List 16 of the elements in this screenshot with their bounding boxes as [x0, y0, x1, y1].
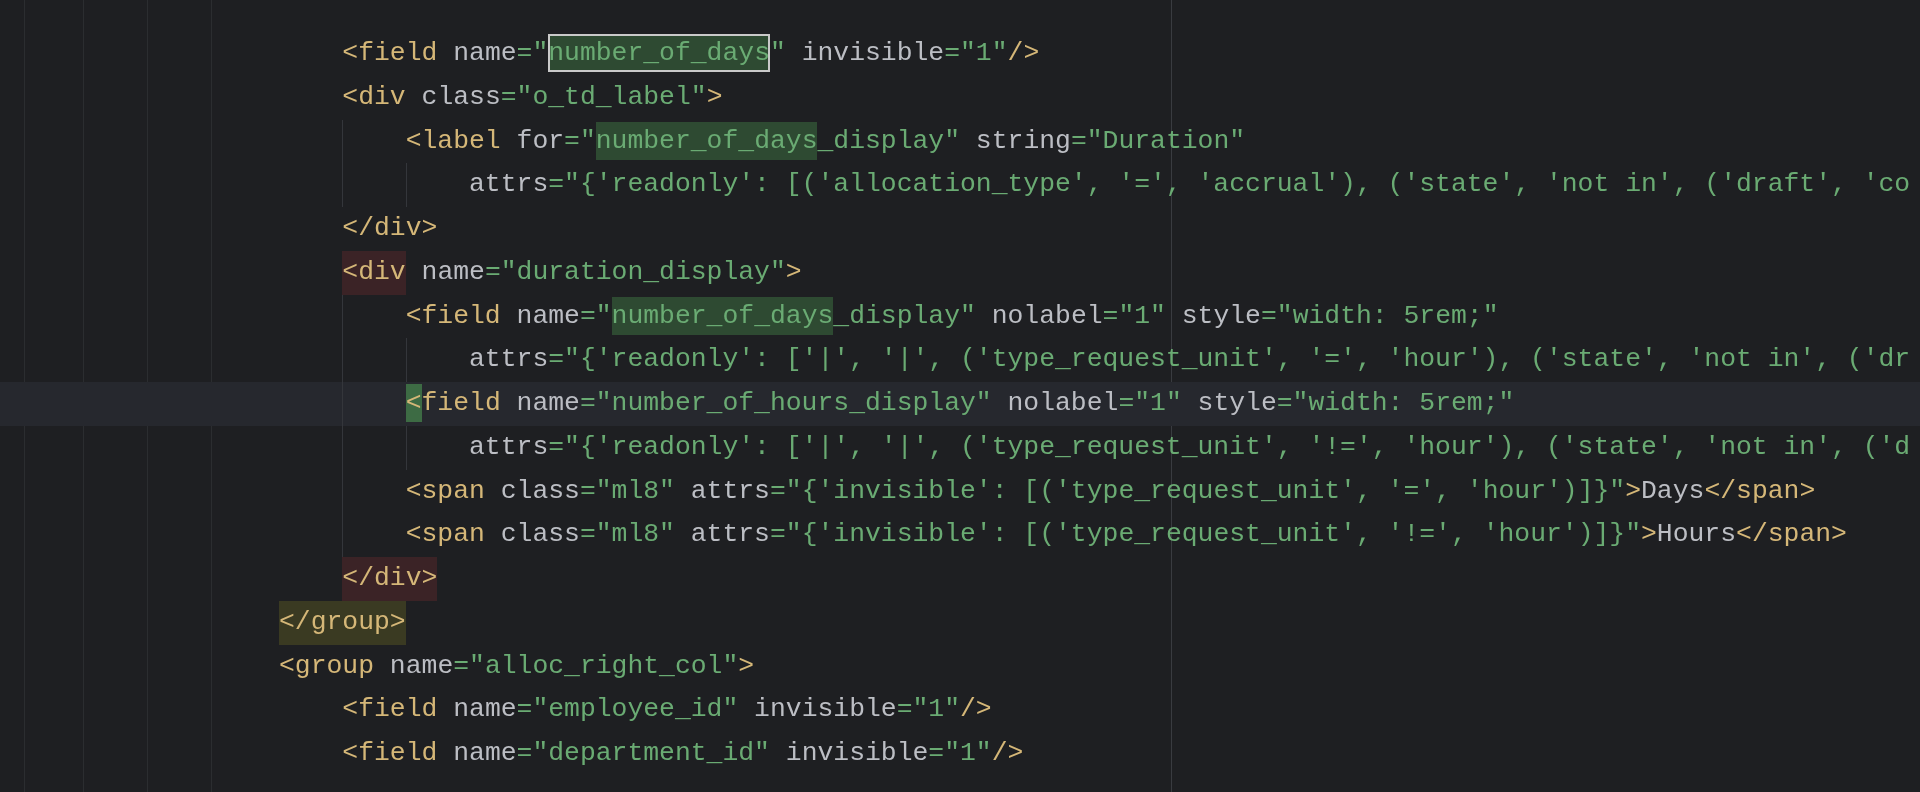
- code-line: <label for="number_of_days_display" string="Duration": [0, 119, 1920, 164]
- code-line: attrs="{'readonly': ['|', '|', ('type_request_unit', '=', 'hour'), ('state', 'not in', ('dr: [0, 338, 1920, 383]
- code-line: <group name="alloc_right_col">: [278, 649, 756, 683]
- code-line: <field name="employee_id" invisible="1"/>: [341, 693, 993, 727]
- code-line: <div class="o_td_label">: [341, 80, 724, 114]
- code-line: </group>: [0, 600, 1920, 645]
- code-line: <span class="ml8" attrs="{'invisible': [('type_request_unit', '!=', 'hour')]}">Hours</span>: [0, 513, 1920, 558]
- code-line: <div name="duration_display">: [0, 250, 1920, 295]
- code-line: <field name="number_of_days" invisible="1"/>: [0, 32, 1920, 76]
- code-line: </div>: [0, 557, 1920, 601]
- code-line: attrs="{'readonly': ['|', '|', ('type_request_unit', '!=', 'hour'), ('state', 'not in', ('d: [0, 425, 1920, 470]
- code-line: <field name="department_id" invisible="1"/>: [341, 737, 1025, 771]
- code-line: attrs="{'readonly': [('allocation_type', '=', 'accrual'), ('state', 'not in', ('draft', 'co: [0, 163, 1920, 208]
- code-line: <span class="ml8" attrs="{'invisible': [('type_request_unit', '=', 'hour')]}">Days</span>: [0, 469, 1920, 514]
- code-line: <field name="number_of_days_display" nolabel="1" style="width: 5rem;": [0, 294, 1920, 339]
- code-line: </div>: [341, 212, 439, 246]
